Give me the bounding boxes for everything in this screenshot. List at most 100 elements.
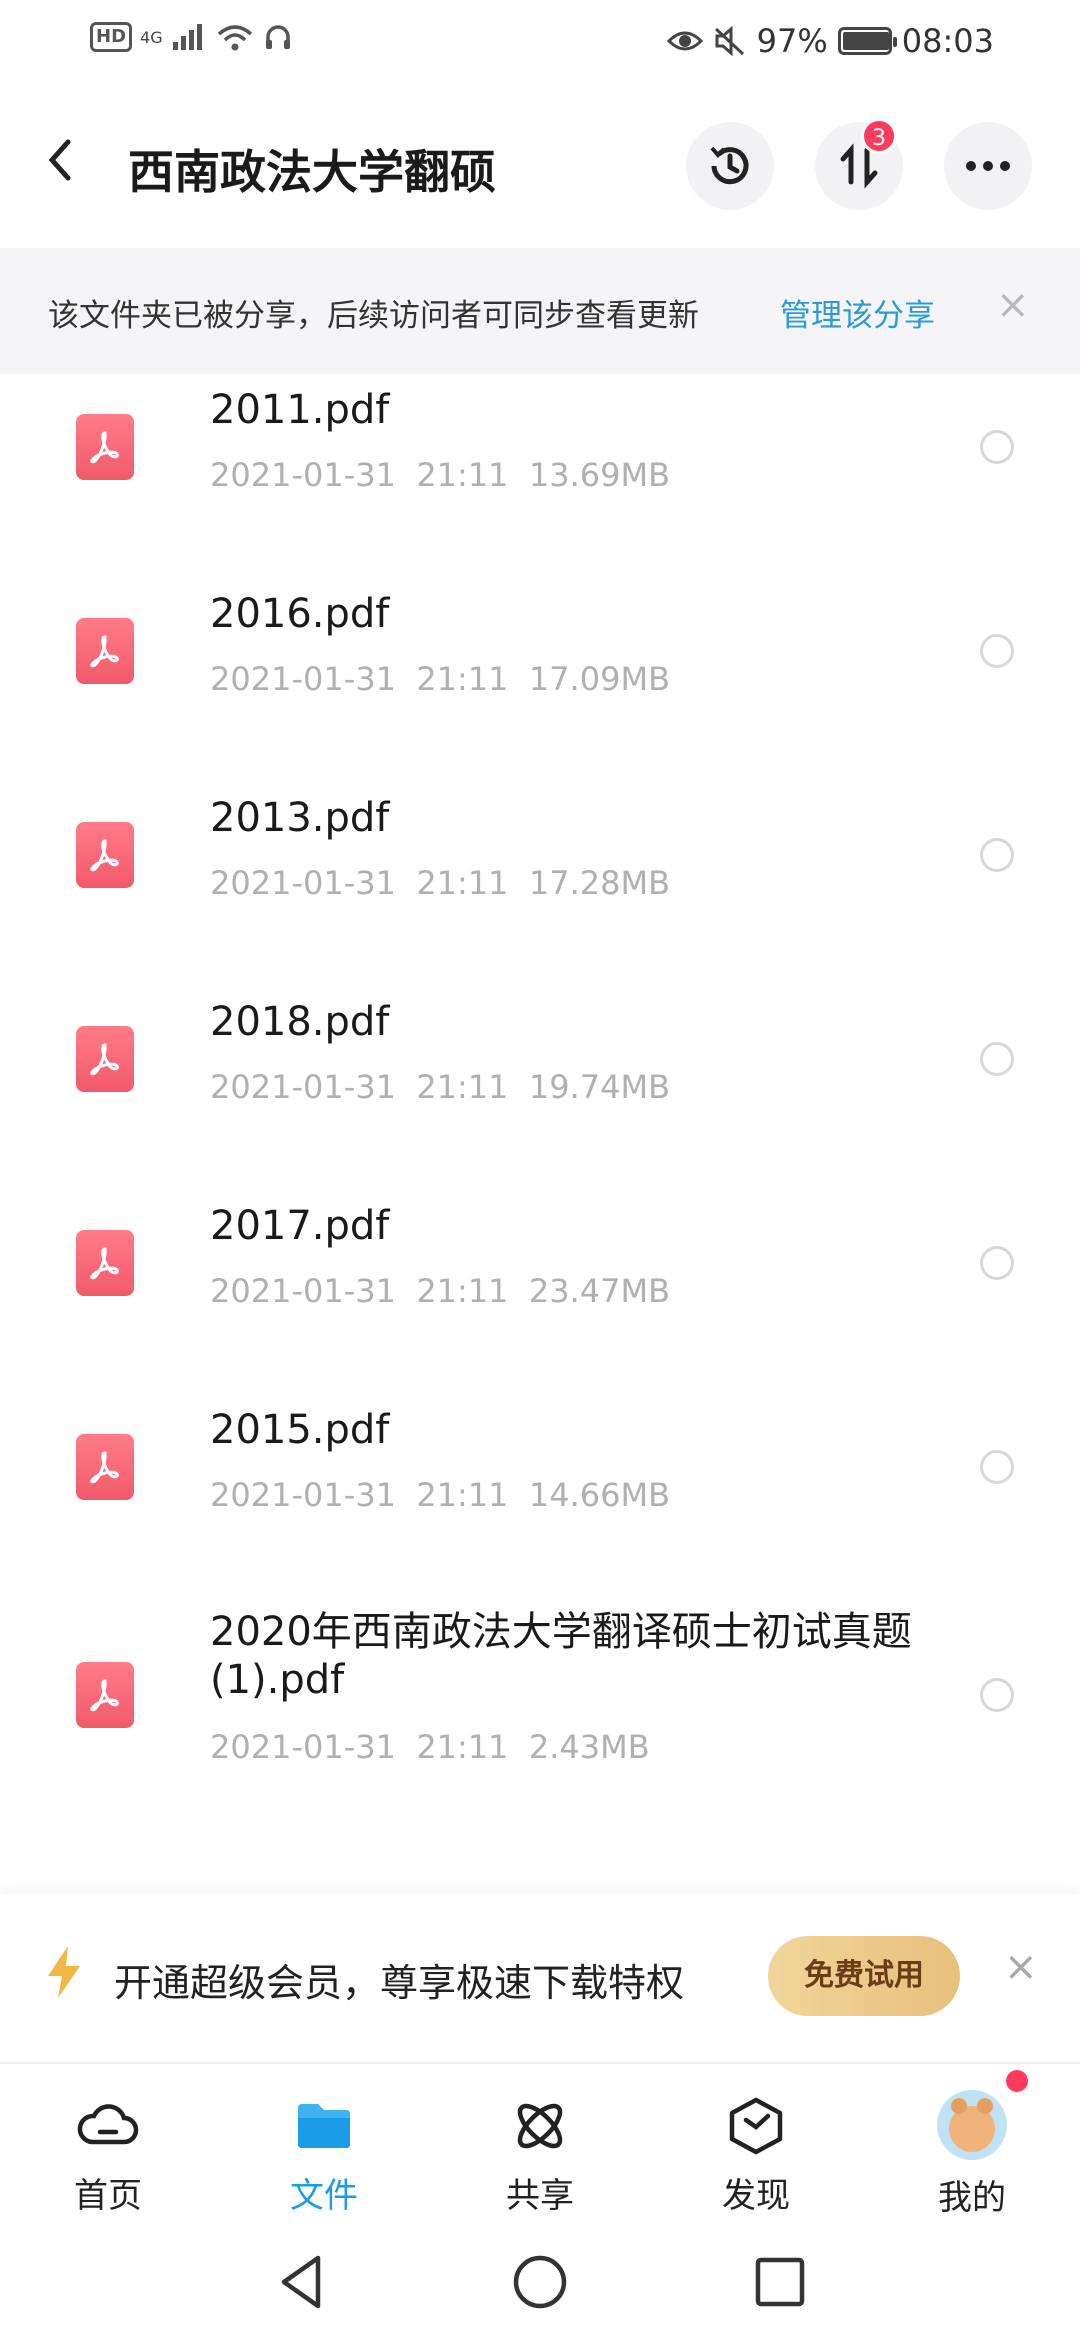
select-radio[interactable]	[980, 430, 1014, 464]
share-notice: 该文件夹已被分享，后续访问者可同步查看更新 管理该分享 ×	[0, 248, 1080, 374]
more-icon	[966, 161, 1010, 171]
file-size: 19.74MB	[528, 1068, 671, 1106]
file-size: 2.43MB	[528, 1728, 650, 1766]
history-icon	[710, 146, 749, 185]
atom-icon	[517, 2103, 563, 2149]
tab-mine-label: 我的	[938, 2178, 1006, 2218]
nav-recents-icon[interactable]	[748, 2250, 812, 2314]
select-radio[interactable]	[980, 1042, 1014, 1076]
file-time: 21:11	[416, 1728, 509, 1766]
file-size: 17.28MB	[528, 864, 671, 902]
tab-discover-label: 发现	[722, 2176, 790, 2216]
file-meta: 2021-01-31 21:11 2.43MB	[210, 1728, 650, 1766]
headphones-icon	[265, 25, 290, 49]
tab-files[interactable]: 文件	[254, 2094, 394, 2224]
vip-close-button[interactable]: ×	[1004, 1944, 1038, 1990]
tab-home[interactable]: 首页	[38, 2094, 178, 2224]
wifi-icon	[217, 25, 252, 51]
tab-files-label: 文件	[290, 2176, 358, 2216]
pdf-file-icon	[76, 1434, 134, 1500]
page-title: 西南政法大学翻硕	[128, 145, 496, 199]
notification-dot	[1006, 2070, 1028, 2092]
file-row[interactable]: 2017.pdf 2021-01-31 21:11 23.47MB	[0, 1190, 1080, 1394]
transfer-button[interactable]: 3	[815, 118, 903, 210]
file-size: 14.66MB	[528, 1476, 671, 1514]
signal-icon	[172, 24, 202, 50]
file-size: 17.09MB	[528, 660, 671, 698]
status-left: HD 4G	[90, 22, 293, 52]
mute-icon	[714, 26, 744, 56]
vip-banner: 开通超级会员，尊享极速下载特权 免费试用 ×	[0, 1894, 1080, 2060]
file-size: 13.69MB	[528, 456, 671, 494]
tab-share[interactable]: 共享	[470, 2094, 610, 2224]
pdf-file-icon	[76, 1230, 134, 1296]
file-meta: 2021-01-31 21:11 23.47MB	[210, 1272, 670, 1310]
file-meta: 2021-01-31 21:11 19.74MB	[210, 1068, 670, 1106]
file-row[interactable]: 2020年西南政法大学翻译硕士初试真题(1).pdf 2021-01-31 21…	[0, 1598, 1080, 1858]
file-date: 2021-01-31	[210, 660, 396, 698]
pdf-file-icon	[76, 1026, 134, 1092]
file-meta: 2021-01-31 21:11 17.09MB	[210, 660, 670, 698]
free-trial-button[interactable]: 免费试用	[768, 1936, 960, 2016]
pdf-file-icon	[76, 822, 134, 888]
eye-icon	[666, 31, 703, 51]
pdf-file-icon	[76, 1662, 134, 1728]
history-button[interactable]	[686, 122, 774, 210]
notice-close-button[interactable]: ×	[996, 282, 1030, 328]
file-row[interactable]: 2018.pdf 2021-01-31 21:11 19.74MB	[0, 986, 1080, 1190]
bottom-tab-bar: 首页 文件 共享 发现 我的	[0, 2062, 1080, 2226]
file-row[interactable]: 2015.pdf 2021-01-31 21:11 14.66MB	[0, 1394, 1080, 1598]
chevron-left-icon	[48, 139, 71, 181]
file-time: 21:11	[416, 864, 509, 902]
file-meta: 2021-01-31 21:11 13.69MB	[210, 456, 670, 494]
transfer-count-badge: 3	[861, 118, 897, 154]
tab-home-label: 首页	[74, 2176, 142, 2216]
file-name: 2013.pdf	[210, 795, 390, 841]
tab-mine[interactable]: 我的	[902, 2090, 1042, 2224]
nav-home-icon[interactable]	[508, 2250, 572, 2314]
more-button[interactable]	[944, 122, 1032, 210]
file-name: 2015.pdf	[210, 1407, 390, 1453]
nav-back-icon[interactable]	[270, 2250, 334, 2314]
file-name: 2016.pdf	[210, 591, 390, 637]
file-time: 21:11	[416, 1272, 509, 1310]
select-radio[interactable]	[980, 1246, 1014, 1280]
hd-badge: HD	[90, 22, 133, 52]
file-date: 2021-01-31	[210, 1272, 396, 1310]
file-row[interactable]: 2011.pdf 2021-01-31 21:11 13.69MB	[0, 374, 1080, 578]
pdf-file-icon	[76, 618, 134, 684]
file-time: 21:11	[416, 660, 509, 698]
tab-discover[interactable]: 发现	[686, 2094, 826, 2224]
file-date: 2021-01-31	[210, 1068, 396, 1106]
cube-icon	[729, 2097, 783, 2155]
file-date: 2021-01-31	[210, 456, 396, 494]
file-meta: 2021-01-31 21:11 17.28MB	[210, 864, 670, 902]
file-row[interactable]: 2013.pdf 2021-01-31 21:11 17.28MB	[0, 782, 1080, 986]
file-name: 2020年西南政法大学翻译硕士初试真题(1).pdf	[210, 1609, 912, 1703]
share-notice-text: 该文件夹已被分享，后续访问者可同步查看更新	[48, 298, 699, 334]
header: 西南政法大学翻硕 3	[0, 100, 1080, 240]
select-radio[interactable]	[980, 1450, 1014, 1484]
battery-percent: 97%	[756, 22, 828, 60]
folder-icon	[298, 2104, 350, 2148]
vip-promo-text: 开通超级会员，尊享极速下载特权	[114, 1961, 685, 2005]
tab-share-label: 共享	[506, 2176, 574, 2216]
file-time: 21:11	[416, 1068, 509, 1106]
clock: 08:03	[901, 22, 994, 60]
select-radio[interactable]	[980, 838, 1014, 872]
file-time: 21:11	[416, 1476, 509, 1514]
file-meta: 2021-01-31 21:11 14.66MB	[210, 1476, 670, 1514]
status-right: 97% 08:03	[666, 22, 994, 60]
battery-icon	[837, 27, 897, 55]
file-row[interactable]: 2016.pdf 2021-01-31 21:11 17.09MB	[0, 578, 1080, 782]
system-nav-bar	[0, 2226, 1080, 2340]
file-date: 2021-01-31	[210, 1728, 396, 1766]
back-button[interactable]	[40, 130, 100, 200]
manage-share-link[interactable]: 管理该分享	[780, 290, 935, 335]
select-radio[interactable]	[980, 634, 1014, 668]
file-date: 2021-01-31	[210, 864, 396, 902]
file-size: 23.47MB	[528, 1272, 671, 1310]
file-time: 21:11	[416, 456, 509, 494]
status-bar: HD 4G 97% 08:03	[0, 0, 1080, 86]
select-radio[interactable]	[980, 1678, 1014, 1712]
